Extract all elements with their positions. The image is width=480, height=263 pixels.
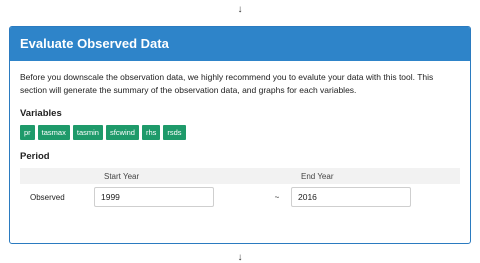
variable-badge-rhs[interactable]: rhs bbox=[141, 125, 161, 140]
header-separator bbox=[263, 168, 291, 184]
variable-badge-tasmin[interactable]: tasmin bbox=[72, 125, 103, 140]
end-year-cell: 2016 bbox=[291, 184, 460, 210]
evaluate-observed-panel: Evaluate Observed Data Before you downsc… bbox=[9, 26, 471, 244]
period-heading: Period bbox=[20, 151, 50, 162]
panel-description: Before you downscale the observation dat… bbox=[20, 72, 434, 95]
variable-badge-pr[interactable]: pr bbox=[20, 125, 35, 140]
start-year-cell: 1999 bbox=[94, 184, 263, 210]
table-row: Observed 1999 ~ 2016 bbox=[20, 184, 460, 210]
period-separator: ~ bbox=[274, 192, 280, 202]
variable-badge-rsds[interactable]: rsds bbox=[163, 125, 186, 140]
panel-title: Evaluate Observed Data bbox=[10, 27, 470, 61]
period-table-header: Start Year End Year bbox=[20, 168, 460, 184]
flow-arrow-down-icon: ↓ bbox=[237, 252, 243, 263]
end-year-input[interactable]: 2016 bbox=[291, 187, 411, 207]
variables-heading: Variables bbox=[20, 108, 62, 119]
flow-arrow-down-icon: ↓ bbox=[237, 4, 243, 15]
variable-badge-tasmax[interactable]: tasmax bbox=[37, 125, 70, 140]
start-year-input[interactable]: 1999 bbox=[94, 187, 214, 207]
header-start-year: Start Year bbox=[94, 168, 263, 184]
header-empty bbox=[20, 168, 94, 184]
variable-badge-sfcwind[interactable]: sfcwind bbox=[105, 125, 139, 140]
period-table: Start Year End Year Observed 1999 ~ 2016 bbox=[20, 168, 460, 210]
header-end-year: End Year bbox=[291, 168, 460, 184]
row-label-observed: Observed bbox=[30, 192, 65, 202]
variables-list: pr tasmax tasmin sfcwind rhs rsds bbox=[20, 125, 460, 140]
